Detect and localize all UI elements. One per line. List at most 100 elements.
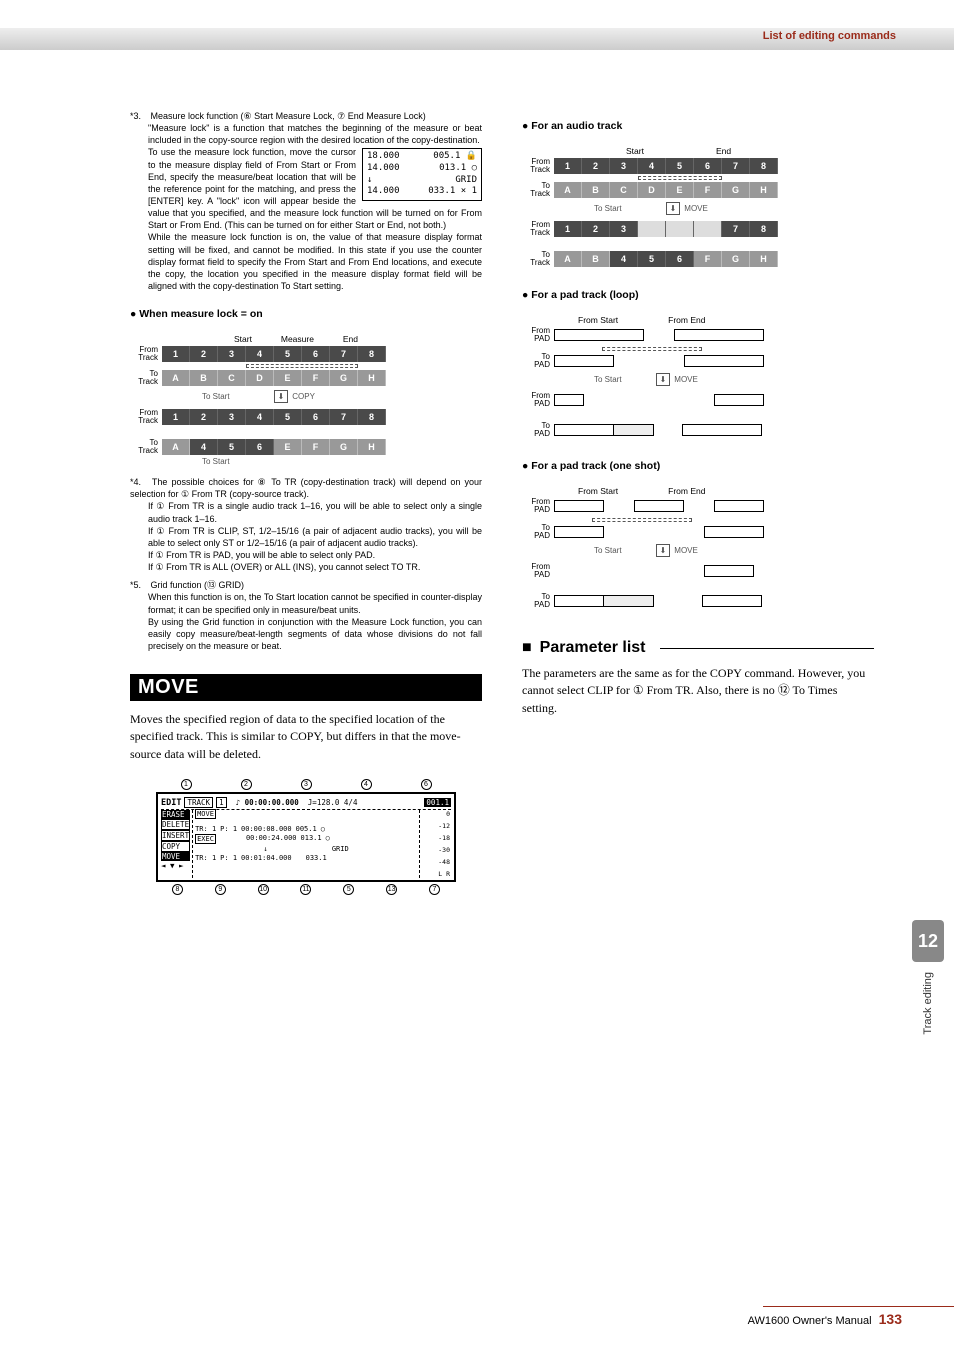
pad-oneshot-heading: For a pad track (one shot) bbox=[522, 460, 874, 472]
rule-icon bbox=[660, 648, 874, 649]
page-number: 133 bbox=[879, 1311, 902, 1327]
track-cell: 7 bbox=[330, 409, 358, 425]
track-cell: 5 bbox=[666, 158, 694, 174]
track-cell: E bbox=[274, 439, 302, 455]
track-cell: 1 bbox=[554, 221, 582, 237]
track-cell: B bbox=[190, 370, 218, 386]
diagram-pad-oneshot: From Start From End From PAD To PAD To S… bbox=[522, 486, 874, 611]
footnote-3-head: Measure lock function (⑥ Start Measure L… bbox=[151, 111, 426, 121]
track-cell: F bbox=[302, 370, 330, 386]
track-cell: 6 bbox=[302, 346, 330, 362]
track-cell: 7 bbox=[722, 158, 750, 174]
track-cell: F bbox=[302, 439, 330, 455]
track-cell: G bbox=[722, 182, 750, 198]
callout-number: 1 bbox=[181, 779, 192, 790]
move-screenshot: 12346 EDIT TRACK 1 ♪ 00:00:00.000 J=128.… bbox=[156, 777, 456, 897]
diagram-measure-lock: Start Measure End From Track 12345678 To… bbox=[130, 334, 482, 466]
square-bullet-icon: ■ bbox=[522, 639, 532, 657]
track-cell: 6 bbox=[694, 158, 722, 174]
parameter-list-heading: ■ Parameter list bbox=[522, 639, 874, 657]
parameter-list-body: The parameters are the same as for the C… bbox=[522, 665, 874, 717]
track-cell: 6 bbox=[666, 251, 694, 267]
move-description: Moves the specified region of data to th… bbox=[130, 711, 482, 763]
lcd-inset: 18.000005.1 🔒 14.000013.1 ○ ↓GRID 14.000… bbox=[362, 148, 482, 201]
side-tab: 12 Track editing bbox=[912, 920, 944, 1035]
track-cell: 2 bbox=[190, 409, 218, 425]
track-cell: B bbox=[582, 182, 610, 198]
track-cell: 8 bbox=[358, 409, 386, 425]
move-heading: MOVE bbox=[130, 674, 482, 701]
right-column: For an audio track Start End From Track … bbox=[522, 110, 874, 1271]
footer-rule bbox=[0, 1306, 954, 1307]
track-cell: 3 bbox=[610, 158, 638, 174]
footnote-4: *4. The possible choices for ⑧ To TR (co… bbox=[130, 476, 482, 573]
footnote-5-num: *5. bbox=[130, 579, 148, 591]
track-cell: 4 bbox=[190, 439, 218, 455]
track-cell bbox=[666, 221, 694, 237]
footnote-5-b: When this function is on, the To Start l… bbox=[148, 591, 482, 615]
header-section-title: List of editing commands bbox=[763, 30, 896, 42]
track-cell: 8 bbox=[750, 221, 778, 237]
callout-number: 3 bbox=[301, 779, 312, 790]
track-cell: F bbox=[694, 182, 722, 198]
track-cell: G bbox=[330, 370, 358, 386]
callout-number: 7 bbox=[429, 884, 440, 895]
footnote-3-b: "Measure lock" is a function that matche… bbox=[148, 122, 482, 146]
track-cell: E bbox=[666, 182, 694, 198]
track-cell: D bbox=[638, 182, 666, 198]
track-cell: 5 bbox=[218, 439, 246, 455]
footnote-3: *3. Measure lock function (⑥ Start Measu… bbox=[130, 110, 482, 292]
track-cell: A bbox=[162, 370, 190, 386]
footnote-4-b: If ① From TR is a single audio track 1–1… bbox=[148, 500, 482, 524]
footnote-4-c: If ① From TR is CLIP, ST, 1/2–15/16 (a p… bbox=[148, 525, 482, 549]
track-cell: 1 bbox=[162, 346, 190, 362]
track-cell: B bbox=[582, 251, 610, 267]
track-cell: A bbox=[162, 439, 190, 455]
footnote-5-c: By using the Grid function in conjunctio… bbox=[148, 616, 482, 652]
track-cell: 2 bbox=[190, 346, 218, 362]
track-cell bbox=[694, 221, 722, 237]
track-cell: 3 bbox=[218, 346, 246, 362]
diagram-audio-track: Start End From Track 12345678 To Track A… bbox=[522, 146, 874, 269]
track-cell: 4 bbox=[638, 158, 666, 174]
when-measure-lock-heading: When measure lock = on bbox=[130, 308, 482, 320]
footnote-4-a: The possible choices for ⑧ To TR (copy-d… bbox=[130, 477, 482, 499]
callout-number: 13 bbox=[386, 884, 397, 895]
track-cell: H bbox=[750, 251, 778, 267]
track-cell: 7 bbox=[722, 221, 750, 237]
callout-number: 2 bbox=[241, 779, 252, 790]
track-cell: G bbox=[330, 439, 358, 455]
track-cell: E bbox=[274, 370, 302, 386]
callout-number: 10 bbox=[258, 884, 269, 895]
track-cell: 5 bbox=[638, 251, 666, 267]
callout-number: 11 bbox=[300, 884, 311, 895]
track-cell: 8 bbox=[750, 158, 778, 174]
callout-number: 6 bbox=[421, 779, 432, 790]
track-cell bbox=[638, 221, 666, 237]
footnote-5-a: Grid function (⑬ GRID) bbox=[151, 580, 245, 590]
track-cell: 4 bbox=[610, 251, 638, 267]
footnote-4-d: If ① From TR is PAD, you will be able to… bbox=[148, 549, 482, 561]
footnote-3-num: *3. bbox=[130, 110, 148, 122]
track-cell: H bbox=[750, 182, 778, 198]
track-cell: H bbox=[358, 370, 386, 386]
footnote-3-d: While the measure lock function is on, t… bbox=[148, 231, 482, 292]
track-cell: G bbox=[722, 251, 750, 267]
footnote-4-num: *4. bbox=[130, 476, 148, 488]
track-cell: A bbox=[554, 182, 582, 198]
diagram-pad-loop: From Start From End From PAD To PAD To S… bbox=[522, 315, 874, 440]
track-cell: 2 bbox=[582, 158, 610, 174]
callout-number: 8 bbox=[172, 884, 183, 895]
track-cell: 2 bbox=[582, 221, 610, 237]
track-cell: 6 bbox=[302, 409, 330, 425]
track-cell: H bbox=[358, 439, 386, 455]
chapter-number-chip: 12 bbox=[912, 920, 944, 962]
track-cell: 4 bbox=[246, 346, 274, 362]
track-cell: F bbox=[694, 251, 722, 267]
track-cell: 1 bbox=[554, 158, 582, 174]
callout-number: 5 bbox=[343, 884, 354, 895]
left-column: *3. Measure lock function (⑥ Start Measu… bbox=[130, 110, 482, 1271]
track-cell: C bbox=[218, 370, 246, 386]
callout-number: 4 bbox=[361, 779, 372, 790]
track-cell: C bbox=[610, 182, 638, 198]
